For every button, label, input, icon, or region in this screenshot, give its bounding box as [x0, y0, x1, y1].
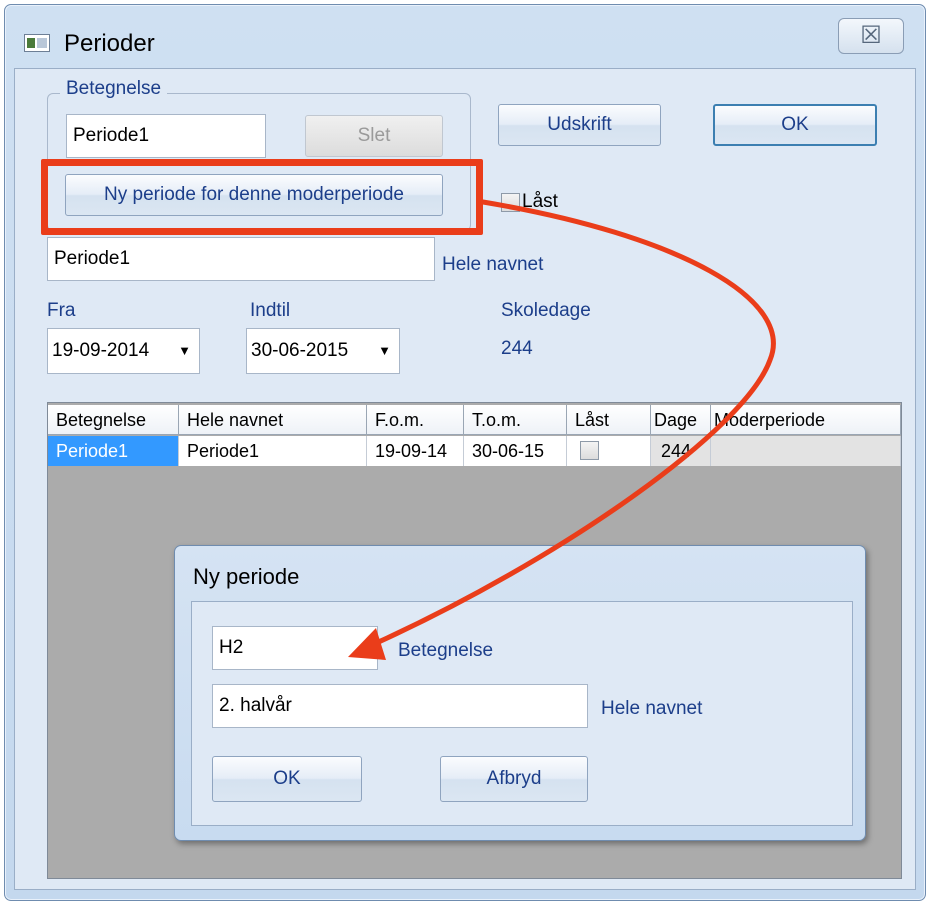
highlight-frame	[41, 159, 483, 235]
column-header-dage[interactable]: Dage	[651, 405, 711, 435]
from-date-value: 19-09-2014	[52, 340, 150, 361]
table-row-cell-tom[interactable]: 30-06-15	[464, 436, 567, 466]
close-icon: ☒	[860, 22, 882, 49]
dialog-full-name-label: Hele navnet	[601, 698, 703, 719]
schooldays-value: 244	[501, 338, 533, 359]
table-row-cell-fom[interactable]: 19-09-14	[367, 436, 464, 466]
column-header-tom[interactable]: T.o.m.	[464, 405, 567, 435]
dialog-short-name-input[interactable]	[212, 626, 378, 670]
table-row-cell-moderperiode	[711, 436, 901, 466]
full-name-input[interactable]	[47, 237, 435, 281]
table-row-cell-laast[interactable]	[567, 436, 651, 466]
to-date-picker[interactable]: 30-06-2015 ▼	[246, 328, 400, 374]
locked-label: Låst	[522, 191, 558, 212]
close-button[interactable]: ☒	[838, 18, 904, 54]
chevron-down-icon: ▼	[378, 343, 391, 358]
schooldays-label: Skoledage	[501, 300, 591, 321]
table-row-cell-betegnelse[interactable]: Periode1	[48, 436, 179, 466]
full-name-label: Hele navnet	[442, 254, 544, 275]
dialog-ok-button[interactable]: OK	[212, 756, 362, 802]
column-header-betegnelse[interactable]: Betegnelse	[48, 405, 179, 435]
table-row-cell-dage: 244	[651, 436, 711, 466]
print-button[interactable]: Udskrift	[498, 104, 661, 146]
column-header-hele-navnet[interactable]: Hele navnet	[179, 405, 367, 435]
delete-button[interactable]: Slet	[305, 115, 443, 157]
ok-button[interactable]: OK	[713, 104, 877, 146]
chevron-down-icon: ▼	[178, 343, 191, 358]
betegnelse-group-label: Betegnelse	[60, 78, 168, 100]
column-header-fom[interactable]: F.o.m.	[367, 405, 464, 435]
dialog-cancel-button[interactable]: Afbryd	[440, 756, 588, 802]
from-date-picker[interactable]: 19-09-2014 ▼	[47, 328, 200, 374]
locked-checkbox[interactable]	[501, 193, 520, 212]
window-title: Perioder	[64, 30, 155, 57]
dialog-short-name-label: Betegnelse	[398, 640, 494, 661]
to-date-value: 30-06-2015	[251, 340, 349, 361]
window-app-icon	[24, 34, 50, 52]
column-header-laast[interactable]: Låst	[567, 405, 651, 435]
from-label: Fra	[47, 300, 76, 321]
row-locked-checkbox[interactable]	[580, 441, 599, 460]
to-label: Indtil	[250, 300, 291, 321]
dialog-title: Ny periode	[193, 564, 300, 589]
dialog-full-name-input[interactable]	[212, 684, 588, 728]
short-name-input[interactable]	[66, 114, 266, 158]
column-header-moderperiode[interactable]: Moderperiode	[711, 405, 901, 435]
table-row-cell-hele-navnet[interactable]: Periode1	[179, 436, 367, 466]
